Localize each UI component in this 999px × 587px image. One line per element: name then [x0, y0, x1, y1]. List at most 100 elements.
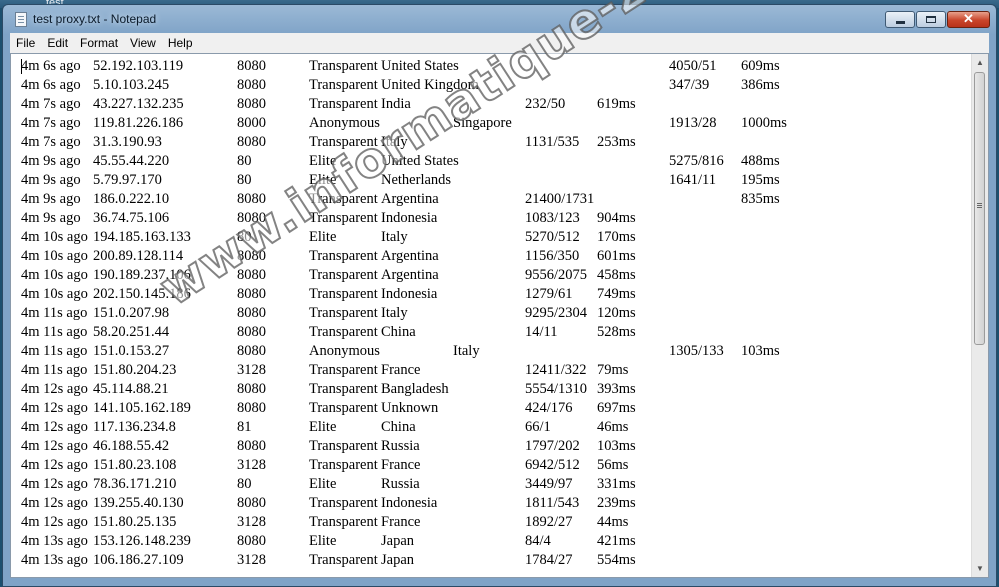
- line-cell: United States: [381, 153, 459, 169]
- line-cell: 103ms: [741, 343, 780, 359]
- line-cell: 4m 12s ago: [21, 514, 88, 530]
- line-cell: 1131/535: [525, 134, 580, 150]
- line-cell: Italy: [381, 305, 408, 321]
- text-line: 4m 12s ago 151.80.23.108 3128 Transparent Fr…: [21, 456, 968, 475]
- line-cell: 56ms: [597, 457, 629, 473]
- line-cell: 8080: [237, 305, 266, 321]
- line-cell: Unknown: [381, 400, 439, 416]
- line-cell: 84/4: [525, 533, 551, 549]
- line-cell: 80: [237, 153, 252, 169]
- line-cell: 554ms: [597, 552, 636, 568]
- menu-format[interactable]: Format: [74, 36, 124, 50]
- line-cell: 36.74.75.106: [93, 210, 170, 226]
- line-cell: 8080: [237, 96, 266, 112]
- line-cell: Transparent: [309, 286, 378, 302]
- line-cell: 1156/350: [525, 248, 580, 264]
- line-cell: Elite: [309, 229, 337, 245]
- notepad-icon[interactable]: [15, 12, 27, 27]
- line-cell: 190.189.237.106: [93, 267, 191, 283]
- text-line: 4m 6s ago 52.192.103.119 8080 Transparent Un…: [21, 57, 968, 76]
- line-cell: 106.186.27.109: [93, 552, 184, 568]
- line-cell: Transparent: [309, 191, 378, 207]
- menu-view[interactable]: View: [124, 36, 162, 50]
- title-bar[interactable]: test proxy.txt - Notepad ✕: [3, 5, 996, 33]
- line-cell: Argentina: [381, 191, 439, 207]
- text-line: 4m 13s ago 106.186.27.109 3128 Transparent J…: [21, 551, 968, 570]
- line-cell: China: [381, 419, 416, 435]
- line-cell: Indonesia: [381, 210, 438, 226]
- menu-help[interactable]: Help: [162, 36, 199, 50]
- text-line: 4m 12s ago 151.80.25.135 3128 Transparent Fr…: [21, 513, 968, 532]
- line-cell: 697ms: [597, 400, 636, 416]
- line-cell: 1784/27: [525, 552, 573, 568]
- line-cell: Transparent: [309, 362, 378, 378]
- caption-buttons: ✕: [885, 11, 990, 28]
- line-cell: 9556/2075: [525, 267, 588, 283]
- line-cell: 45.114.88.21: [93, 381, 169, 397]
- text-line: 4m 10s ago 200.89.128.114 8080 Transparent A…: [21, 247, 968, 266]
- line-cell: Italy: [381, 134, 408, 150]
- maximize-button[interactable]: [916, 11, 946, 28]
- line-cell: 1305/133: [669, 343, 724, 359]
- line-cell: 4050/51: [669, 58, 717, 74]
- line-cell: 4m 11s ago: [21, 343, 88, 359]
- line-cell: United States: [381, 58, 459, 74]
- line-cell: 4m 11s ago: [21, 305, 88, 321]
- line-cell: India: [381, 96, 411, 112]
- line-cell: Transparent: [309, 324, 378, 340]
- line-cell: 141.105.162.189: [93, 400, 191, 416]
- window-title: test proxy.txt - Notepad: [33, 12, 157, 26]
- line-cell: 5.10.103.245: [93, 77, 170, 93]
- arrow-up-icon[interactable]: ▲: [972, 54, 988, 71]
- line-cell: China: [381, 324, 416, 340]
- text-line: 4m 9s ago 36.74.75.106 8080 Transparent Indo…: [21, 209, 968, 228]
- arrow-down-icon[interactable]: ▼: [972, 560, 988, 577]
- text-line: 4m 10s ago 190.189.237.106 8080 Transparent…: [21, 266, 968, 285]
- line-cell: 8080: [237, 134, 266, 150]
- line-cell: 21400/1731: [525, 191, 595, 207]
- text-line: 4m 6s ago 5.10.103.245 8080 Transparent Unit…: [21, 76, 968, 95]
- line-cell: 117.136.234.8: [93, 419, 176, 435]
- line-cell: 4m 12s ago: [21, 476, 88, 492]
- close-button[interactable]: ✕: [947, 11, 990, 28]
- line-cell: 1083/123: [525, 210, 580, 226]
- line-cell: Transparent: [309, 457, 378, 473]
- text-line: 4m 13s ago 153.126.148.239 8080 Elite Japan 8…: [21, 532, 968, 551]
- line-cell: 835ms: [741, 191, 780, 207]
- line-cell: 151.0.207.98: [93, 305, 170, 321]
- line-cell: Russia: [381, 438, 420, 454]
- menu-file[interactable]: File: [10, 36, 41, 50]
- minimize-button[interactable]: [885, 11, 915, 28]
- line-cell: 200.89.128.114: [93, 248, 184, 264]
- line-cell: 4m 7s ago: [21, 115, 81, 131]
- vertical-scrollbar[interactable]: ▲ ▼: [971, 54, 988, 577]
- line-cell: 4m 12s ago: [21, 381, 88, 397]
- line-cell: 4m 11s ago: [21, 362, 88, 378]
- line-cell: 5275/816: [669, 153, 724, 169]
- line-cell: 1797/202: [525, 438, 580, 454]
- line-cell: 80: [237, 172, 252, 188]
- line-cell: 58.20.251.44: [93, 324, 170, 340]
- line-cell: Anonymous: [309, 115, 380, 131]
- scrollbar-thumb[interactable]: [974, 72, 985, 345]
- line-cell: 31.3.190.93: [93, 134, 162, 150]
- line-cell: 1892/27: [525, 514, 573, 530]
- line-cell: 52.192.103.119: [93, 58, 184, 74]
- text-editor[interactable]: 4m 6s ago 52.192.103.119 8080 Transparent Un…: [10, 53, 989, 578]
- minimize-icon: [896, 21, 905, 24]
- text-content[interactable]: 4m 6s ago 52.192.103.119 8080 Transparent Un…: [21, 57, 968, 577]
- text-line: 4m 11s ago 151.80.204.23 3128 Transparent Fr…: [21, 361, 968, 380]
- line-cell: 170ms: [597, 229, 636, 245]
- line-cell: Italy: [381, 229, 408, 245]
- menu-edit[interactable]: Edit: [41, 36, 74, 50]
- line-cell: 120ms: [597, 305, 636, 321]
- line-cell: 66/1: [525, 419, 551, 435]
- text-caret: [21, 59, 22, 74]
- text-line: 4m 10s ago 202.150.145.186 8080 Transparent…: [21, 285, 968, 304]
- line-cell: Japan: [381, 533, 415, 549]
- line-cell: Argentina: [381, 248, 439, 264]
- menu-bar: File Edit Format View Help: [10, 33, 989, 53]
- line-cell: 151.80.23.108: [93, 457, 177, 473]
- line-cell: Transparent: [309, 438, 378, 454]
- line-cell: 749ms: [597, 286, 636, 302]
